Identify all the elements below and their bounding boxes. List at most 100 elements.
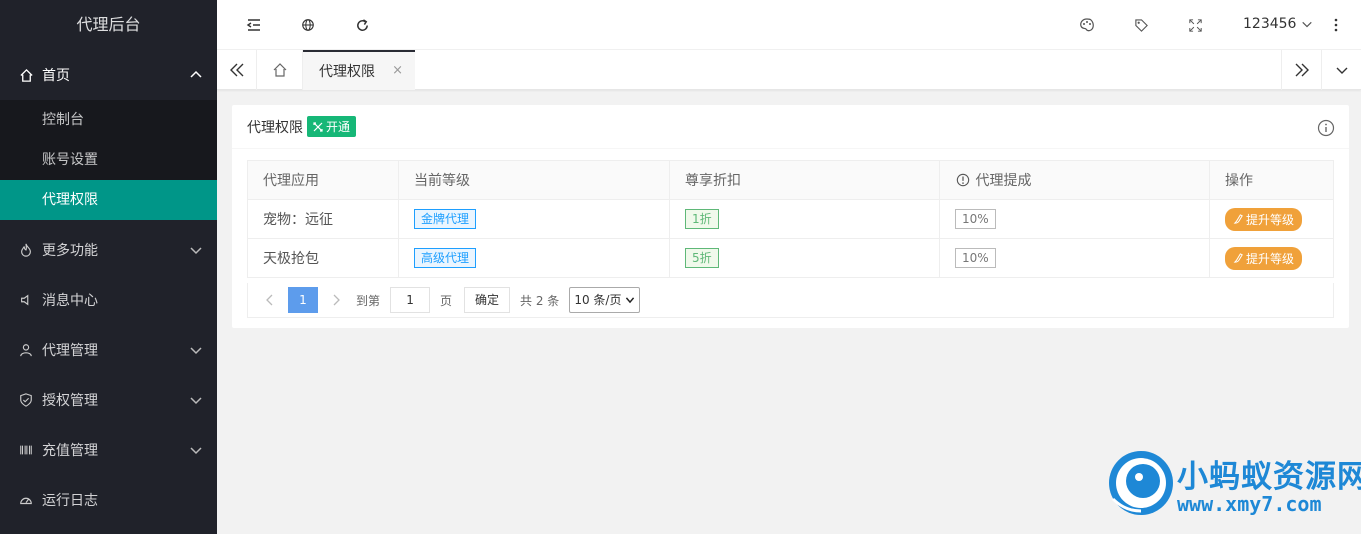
watermark-title: 小蚂蚁资源网 [1177,459,1361,495]
commission-icon [956,173,970,187]
close-icon[interactable]: × [392,63,403,78]
cell-level: 金牌代理 [398,199,670,239]
more-vertical-icon[interactable] [1327,16,1345,34]
level-tag: 金牌代理 [414,209,477,229]
gauge-icon [18,492,34,508]
status-badge-label: 开通 [326,120,351,134]
chevron-down-icon [626,297,635,304]
menu-messages-label: 消息中心 [42,293,98,309]
menu-auth[interactable]: 授权管理 [0,375,217,425]
page-size-select[interactable]: 10 条/页 [569,287,641,313]
watermark-url: www.xmy7.com [1177,492,1322,516]
current-page[interactable]: 1 [288,287,318,313]
barcode-icon [18,442,34,458]
next-page-button[interactable] [326,288,348,312]
menu-home-label: 首页 [42,68,70,84]
home-icon [18,67,34,83]
menu-recharge-label: 充值管理 [42,443,98,459]
sidebar-item-console[interactable]: 控制台 [0,100,217,140]
home-icon [273,63,286,77]
double-chevron-left-icon [229,63,243,77]
upgrade-icon [1233,252,1243,263]
upgrade-button-label: 提升等级 [1246,212,1295,227]
status-badge: 开通 [307,116,357,137]
pagination: 1 到第 1 页 确定 共 2 条 10 条/页 [247,283,1334,318]
col-discount: 尊享折扣 [669,160,940,200]
menu-home[interactable]: 首页 [0,50,217,100]
menu-logs[interactable]: 运行日志 [0,475,217,525]
col-commission: 代理提成 [939,160,1210,200]
double-chevron-right-icon [1295,63,1309,77]
tab-scroll-left-button[interactable] [217,50,257,90]
col-action: 操作 [1209,160,1334,200]
cell-action: 提升等级 [1209,199,1334,239]
user-menu[interactable]: 123456 [1243,16,1313,32]
tab-bar: 代理权限 × [217,50,1361,90]
chevron-down-icon [1302,21,1313,28]
cell-app: 宠物：远征 [247,199,399,239]
total-count: 共 2 条 [520,293,560,308]
upgrade-icon [1233,213,1243,224]
cell-commission: 10% [939,199,1210,239]
cell-discount: 5折 [669,238,940,278]
app-logo: 代理后台 [76,15,141,34]
palette-icon[interactable] [1078,16,1096,34]
card-title: 代理权限 [247,119,303,136]
chevron-down-icon [1336,67,1347,74]
chevron-up-icon [190,70,202,78]
sidebar: 代理后台 首页 控制台 账号设置 代理权限 更多功能 消息中心 代理管理 授权管… [0,0,217,534]
col-commission-label: 代理提成 [975,173,1032,189]
commission-tag: 10% [955,248,996,268]
submenu-home: 控制台 账号设置 代理权限 [0,100,217,220]
watermark: 小蚂蚁资源网 www.xmy7.com [1105,447,1361,519]
page-input[interactable]: 1 [390,287,431,313]
sidebar-item-account[interactable]: 账号设置 [0,140,217,180]
permission-table: 代理应用 当前等级 尊享折扣 代理提成 操作 宠物：远征 金牌代理 1折 10% [247,160,1334,278]
fullscreen-icon[interactable] [1186,16,1204,34]
col-level: 当前等级 [398,160,670,200]
tag-icon[interactable] [1132,16,1150,34]
chevron-down-icon [190,347,202,355]
menu-recharge[interactable]: 充值管理 [0,425,217,475]
chevron-right-icon [333,294,340,306]
cell-level: 高级代理 [398,238,670,278]
menu-fold-icon[interactable] [245,16,263,34]
info-icon[interactable] [1317,119,1335,137]
page-size-value: 10 条/页 [574,293,622,307]
menu-more[interactable]: 更多功能 [0,225,217,275]
tab-label: 代理权限 [319,64,375,80]
fire-icon [18,242,34,258]
cell-commission: 10% [939,238,1210,278]
cell-discount: 1折 [669,199,940,239]
upgrade-button[interactable]: 提升等级 [1225,207,1303,231]
sidebar-item-agent-permission[interactable]: 代理权限 [0,180,217,220]
confirm-button[interactable]: 确定 [464,287,511,313]
upgrade-button[interactable]: 提升等级 [1225,246,1303,270]
chevron-down-icon [190,447,202,455]
menu-more-label: 更多功能 [42,243,98,259]
chevron-down-icon [190,247,202,255]
tab-home[interactable] [257,50,303,90]
col-app: 代理应用 [247,160,399,200]
level-tag: 高级代理 [414,248,477,268]
tab-scroll-right-button[interactable] [1281,50,1321,90]
tab-dropdown-button[interactable] [1321,50,1361,90]
table-header-row: 代理应用 当前等级 尊享折扣 代理提成 操作 [247,160,1334,200]
discount-tag: 5折 [685,248,719,268]
refresh-icon[interactable] [353,16,371,34]
tab-agent-permission[interactable]: 代理权限 × [303,50,415,90]
table-row: 宠物：远征 金牌代理 1折 10% 提升等级 [247,199,1334,239]
commission-tag: 10% [955,209,996,229]
prev-page-button[interactable] [258,288,280,312]
discount-tag: 1折 [685,209,719,229]
menu-messages[interactable]: 消息中心 [0,275,217,325]
globe-icon[interactable] [299,16,317,34]
open-icon [313,121,323,132]
page-label: 页 [440,293,453,308]
menu-logs-label: 运行日志 [42,493,98,509]
table-row: 天极抢包 高级代理 5折 10% 提升等级 [247,238,1334,278]
upgrade-button-label: 提升等级 [1246,251,1295,266]
shield-icon [18,392,34,408]
menu-agents[interactable]: 代理管理 [0,325,217,375]
chevron-left-icon [266,294,273,306]
